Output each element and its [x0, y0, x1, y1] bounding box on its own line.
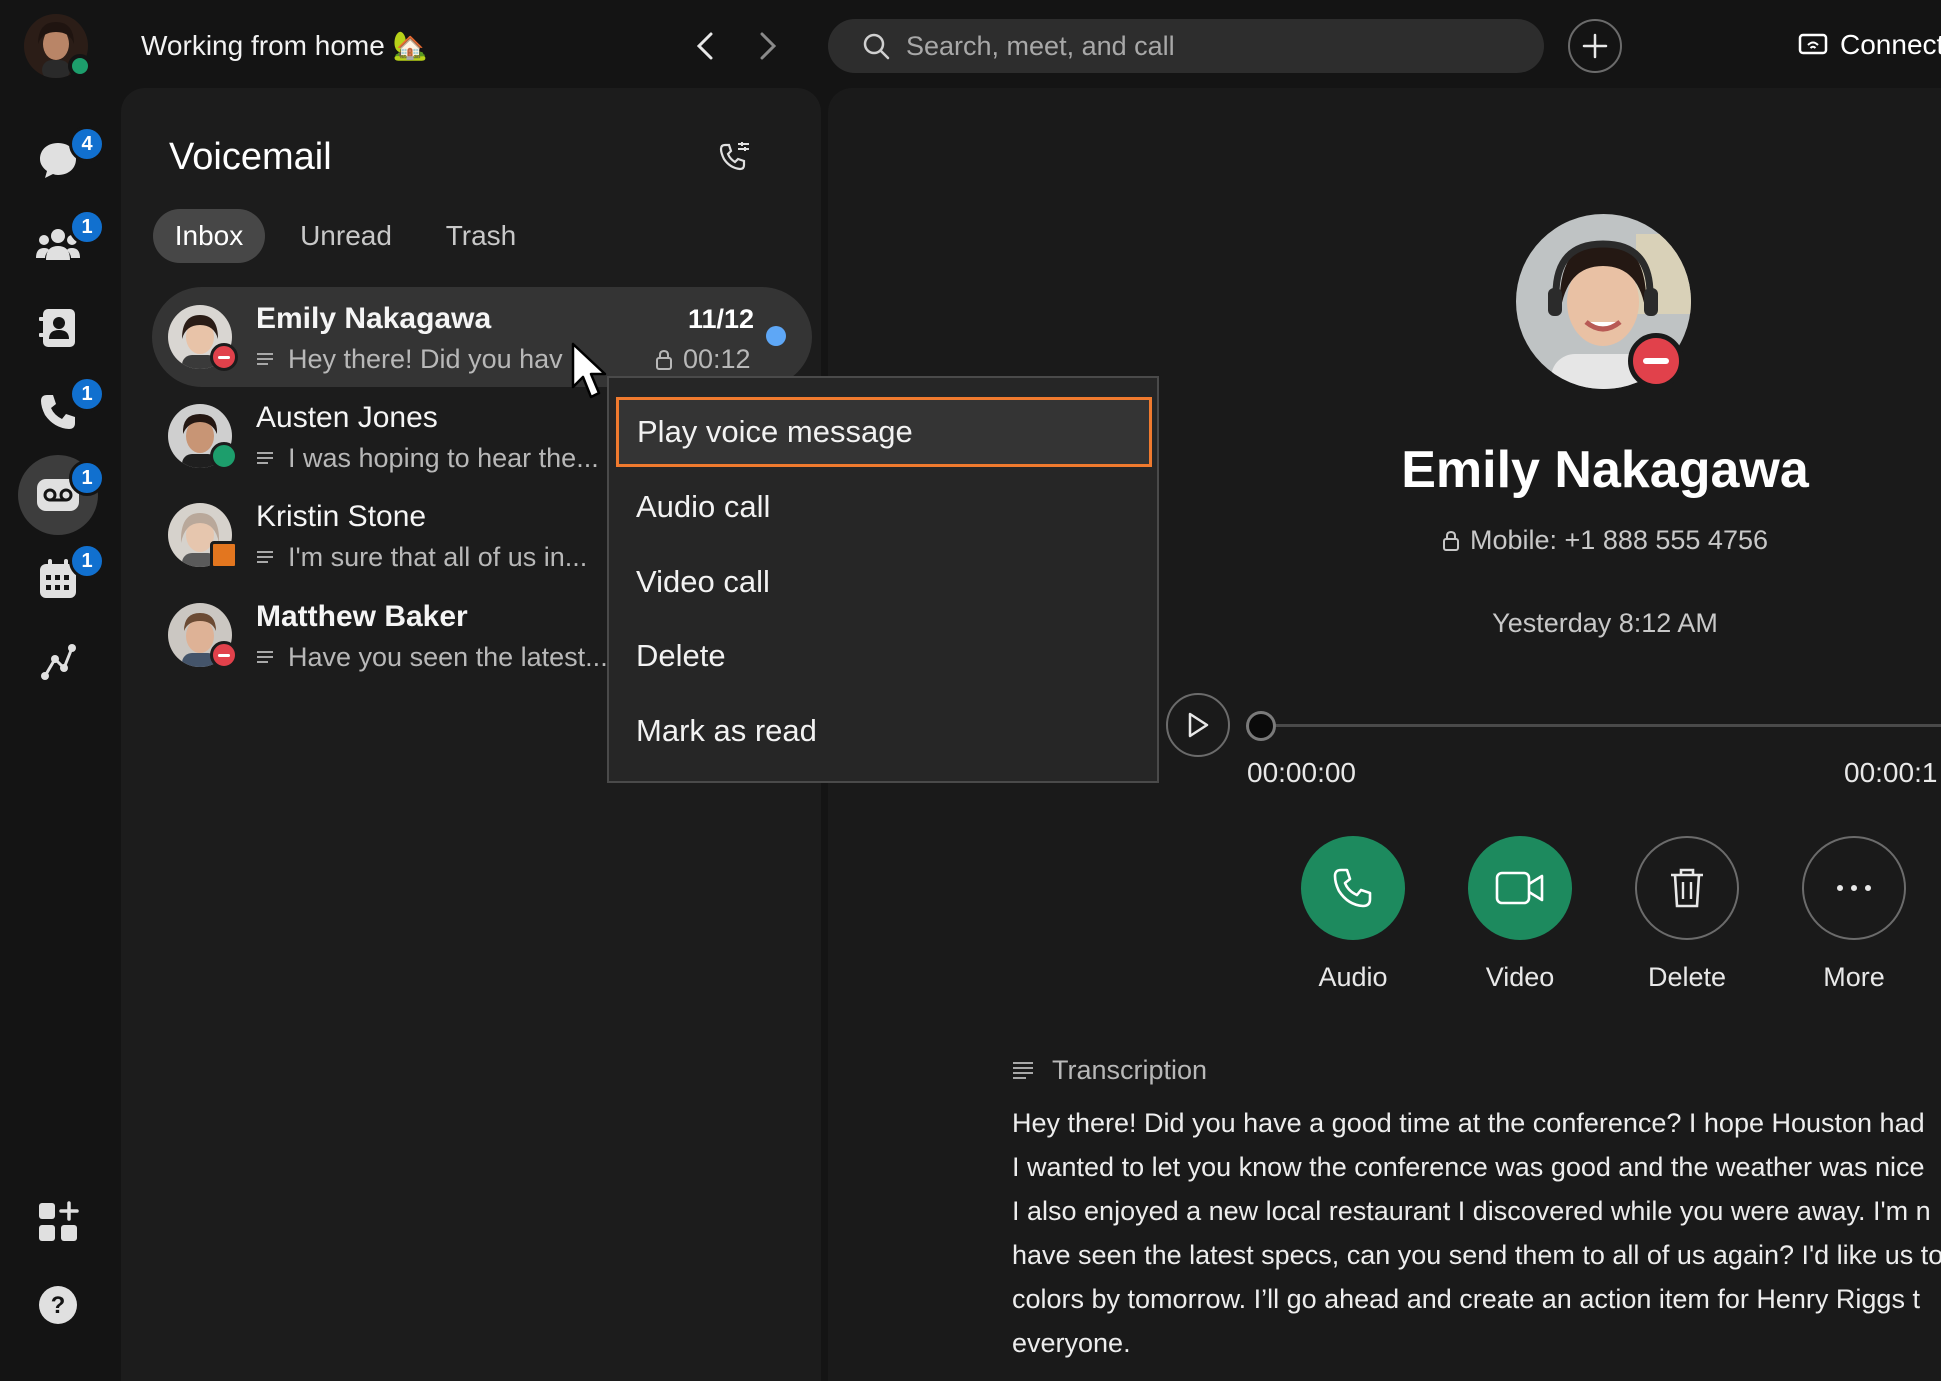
active-status-icon	[210, 442, 238, 470]
more-button[interactable]	[1802, 836, 1906, 940]
transcription-label: Transcription	[1052, 1055, 1208, 1085]
menu-item-delete[interactable]: Delete	[609, 621, 1161, 691]
page-title: Voicemail	[169, 136, 332, 178]
transcription-header: Transcription	[1012, 1055, 1207, 1086]
phone-icon	[1333, 868, 1372, 908]
mouse-cursor-icon	[571, 342, 607, 399]
help-icon: ?	[39, 1286, 77, 1324]
tab-unread[interactable]: Unread	[288, 209, 404, 263]
contacts-icon	[39, 309, 75, 347]
message-preview: Have you seen the latest...	[256, 642, 608, 673]
transcription-line: everyone.	[1012, 1328, 1131, 1358]
connect-device-icon	[1798, 33, 1828, 55]
calendar-badge: 1	[69, 543, 105, 579]
transcription-line: have seen the latest specs, can you send…	[1012, 1240, 1941, 1270]
workflow-icon	[41, 644, 76, 680]
transcript-icon	[257, 352, 273, 365]
tab-inbox[interactable]: Inbox	[153, 209, 265, 263]
forward-arrow-icon[interactable]	[748, 26, 788, 66]
play-icon	[1188, 712, 1209, 738]
play-button[interactable]	[1166, 693, 1230, 757]
trash-icon	[1671, 868, 1703, 908]
preview-text: Have you seen the latest...	[288, 642, 608, 672]
contact-mobile: Mobile: +1 888 555 4756	[1300, 525, 1910, 556]
delete-button[interactable]	[1635, 836, 1739, 940]
duration-text: 00:12	[683, 344, 751, 374]
voicemail-settings-button[interactable]	[718, 140, 754, 176]
playback-track[interactable]	[1262, 724, 1941, 727]
message-preview: I was hoping to hear the...	[256, 443, 599, 474]
search-placeholder: Search, meet, and call	[906, 30, 1175, 61]
dnd-status-icon	[1628, 333, 1684, 389]
contact-name: Emily Nakagawa	[1401, 441, 1809, 499]
message-preview: Hey there! Did you hav	[256, 344, 563, 375]
message-timestamp: Yesterday 8:12 AM	[1492, 608, 1718, 638]
svg-text:?: ?	[51, 1292, 66, 1319]
tab-trash[interactable]: Trash	[434, 209, 528, 263]
transcription-line: I also enjoyed a new local restaurant I …	[1012, 1196, 1931, 1226]
context-menu: Play voice message Audio call Video call…	[607, 376, 1159, 783]
caller-name: Kristin Stone	[256, 500, 427, 533]
teams-badge: 1	[69, 209, 105, 245]
preview-text: Hey there! Did you hav	[288, 344, 563, 374]
caller-name: Matthew Baker	[256, 600, 468, 633]
transcript-icon	[257, 650, 273, 663]
status-message[interactable]: Working from home 🏡	[141, 29, 427, 62]
unread-indicator	[766, 326, 786, 346]
transcription-line: I wanted to let you know the conference …	[1012, 1152, 1925, 1182]
menu-item-video-call[interactable]: Video call	[609, 547, 1161, 617]
transcript-icon	[257, 451, 273, 464]
caller-name: Emily Nakagawa	[256, 302, 492, 335]
search-bar[interactable]: Search, meet, and call	[828, 19, 1544, 73]
playback-scrubber[interactable]	[1246, 711, 1276, 741]
phone-settings-icon	[719, 142, 749, 171]
top-bar: Working from home 🏡 Search, meet, and ca…	[0, 0, 1941, 92]
plus-icon	[1582, 33, 1608, 59]
mobile-number: Mobile: +1 888 555 4756	[1470, 525, 1768, 555]
user-presence-icon	[68, 54, 92, 78]
transcript-icon	[1013, 1061, 1033, 1079]
rail-help[interactable]: ?	[34, 1281, 82, 1329]
transcription-line: Hey there! Did you have a good time at t…	[1012, 1108, 1925, 1138]
apps-plus-icon	[39, 1201, 79, 1241]
message-duration: 00:12	[655, 344, 751, 375]
rail-workflows[interactable]	[34, 638, 82, 686]
message-date: 11/12	[688, 304, 755, 334]
search-icon	[863, 33, 890, 60]
messaging-badge: 4	[69, 126, 105, 162]
video-camera-icon	[1495, 871, 1544, 905]
transcription-line: colors by tomorrow. I’ll go ahead and cr…	[1012, 1284, 1920, 1314]
audio-call-button[interactable]	[1301, 836, 1405, 940]
elapsed-time: 00:00:00	[1247, 757, 1356, 788]
dnd-status-icon	[210, 343, 238, 371]
more-label: More	[1823, 962, 1885, 992]
lock-icon	[656, 349, 672, 370]
more-icon	[1837, 885, 1871, 891]
connect-label: Connect	[1840, 29, 1941, 60]
lock-icon	[1443, 530, 1459, 551]
message-preview: I'm sure that all of us in...	[256, 542, 587, 573]
rail-add-apps[interactable]	[34, 1198, 82, 1246]
back-arrow-icon[interactable]	[685, 26, 725, 66]
video-label: Video	[1485, 962, 1555, 992]
menu-item-play-voice-message[interactable]: Play voice message	[616, 397, 1152, 467]
preview-text: I'm sure that all of us in...	[288, 542, 588, 572]
delete-label: Delete	[1647, 962, 1727, 992]
menu-item-audio-call[interactable]: Audio call	[609, 472, 1161, 542]
preview-text: I was hoping to hear the...	[288, 443, 599, 473]
transcript-icon	[257, 550, 273, 563]
rail-contacts[interactable]	[34, 304, 82, 352]
caller-name: Austen Jones	[256, 401, 438, 434]
meeting-status-icon	[210, 541, 238, 569]
calling-badge: 1	[69, 376, 105, 412]
total-time: 00:00:1	[1844, 757, 1938, 788]
voicemail-badge: 1	[69, 460, 105, 496]
video-call-button[interactable]	[1468, 836, 1572, 940]
add-button[interactable]	[1568, 19, 1622, 73]
menu-item-mark-as-read[interactable]: Mark as read	[609, 696, 1161, 766]
connect-button[interactable]: Connect	[1798, 29, 1941, 61]
audio-label: Audio	[1318, 962, 1388, 992]
dnd-status-icon	[210, 641, 238, 669]
